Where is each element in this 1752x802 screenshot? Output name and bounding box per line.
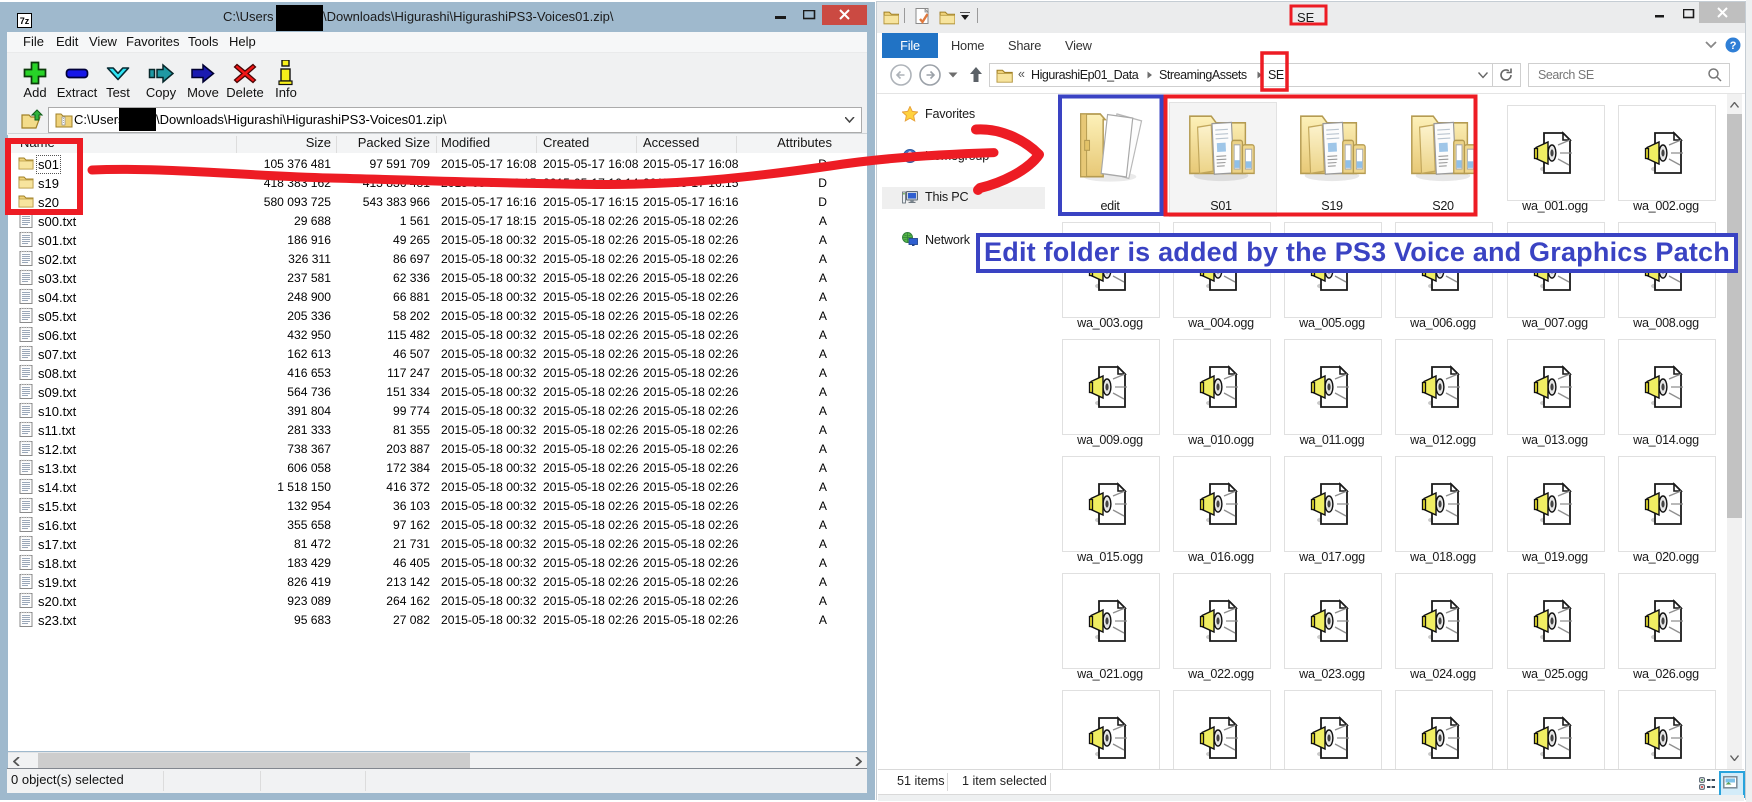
svg-text:?: ? [1730, 40, 1737, 52]
svg-text:7z: 7z [20, 16, 30, 26]
